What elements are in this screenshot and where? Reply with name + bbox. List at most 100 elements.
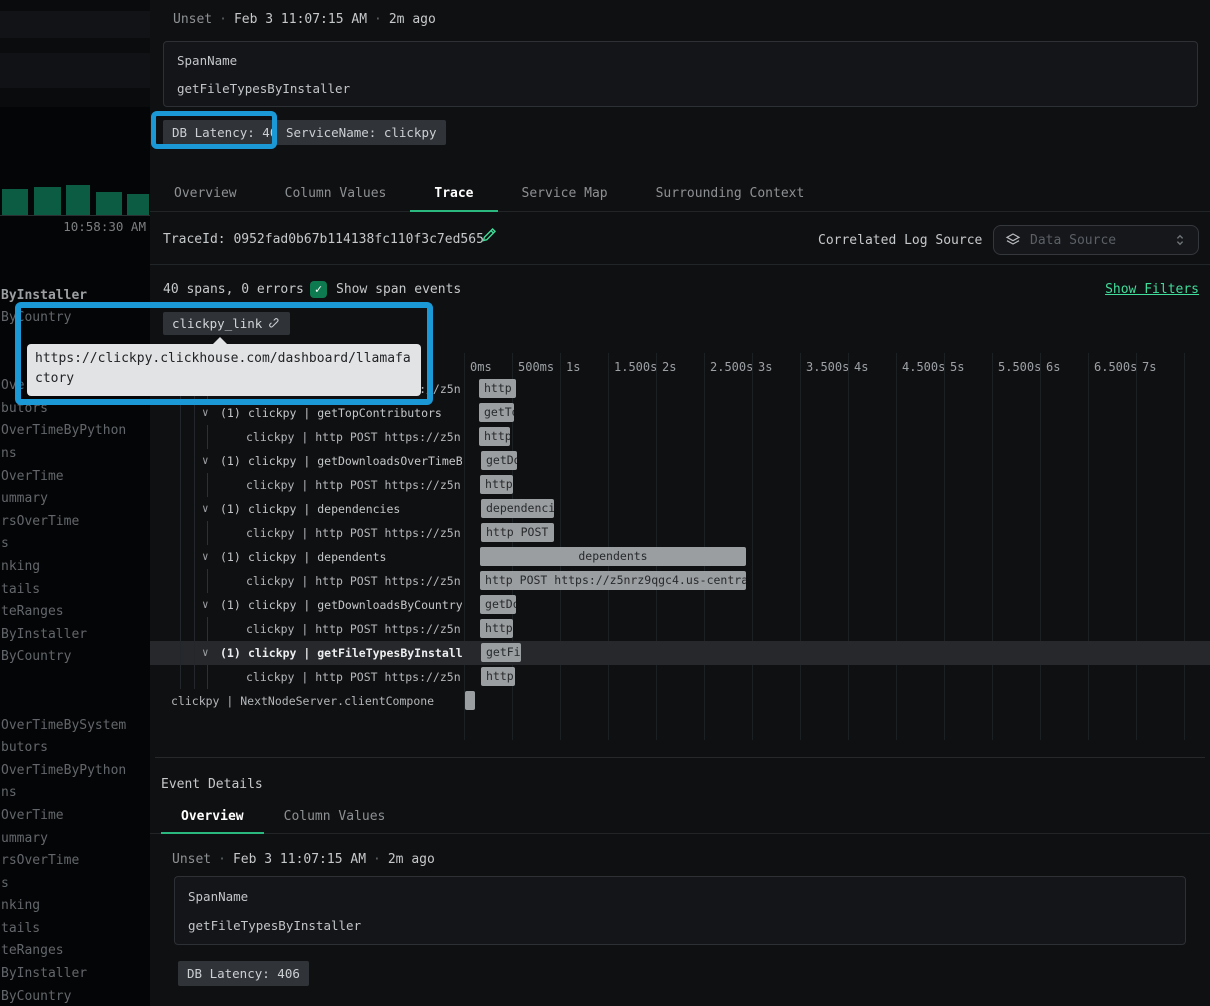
span-row[interactable]: clickpy | http POST https://z5nrz9qgc4.u…: [150, 425, 1210, 449]
tab-surrounding-context[interactable]: Surrounding Context: [632, 177, 829, 211]
mini-chart-time-label: 10:58:30 AM: [63, 219, 146, 234]
span-row-name: clickpy | http POST https://z5nrz9qgc4.u…: [150, 569, 462, 593]
show-span-events-label[interactable]: Show span events: [336, 282, 461, 297]
meta-separator: ·: [219, 12, 227, 27]
span-row[interactable]: clickpy | http POST https://z5nrz9qgc4.u…: [150, 473, 1210, 497]
span-row-name: clickpy | http POST https://z5nrz9qgc4.u…: [150, 425, 462, 449]
data-source-select[interactable]: Data Source: [993, 225, 1199, 255]
sidebar-item[interactable]: ns: [1, 785, 17, 800]
event-meta: Unset·Feb 3 11:07:15 AM·2m ago: [172, 852, 435, 867]
span-row[interactable]: ∨(1)clickpy | getDownloadsOverTimeByS get…: [150, 449, 1210, 473]
sidebar-item[interactable]: ns: [1, 446, 17, 461]
sidebar-item[interactable]: s: [1, 536, 9, 551]
sidebar-item[interactable]: nking: [1, 559, 40, 574]
span-duration-bar[interactable]: getTopContributors: [479, 403, 514, 422]
span-duration-bar[interactable]: http POST https://z5nrz9qgc4.us-central: [479, 379, 516, 398]
event-panel: Unset·Feb 3 11:07:15 AM·2m ago SpanName …: [150, 0, 1210, 1006]
span-name-text: clickpy | http POST https://z5nrz9qgc4.u…: [246, 526, 462, 540]
span-row[interactable]: clickpy | http POST https://z5nrz9qgc4.u…: [150, 521, 1210, 545]
chevron-down-icon[interactable]: ∨: [202, 406, 209, 419]
span-row[interactable]: ∨(1)clickpy | dependenciesdependencies: [150, 497, 1210, 521]
span-duration-bar[interactable]: http POST https://z5nrz9qgc4.us-central: [481, 667, 515, 686]
sidebar-item[interactable]: ByInstaller: [1, 288, 87, 303]
sidebar-item[interactable]: OverTime: [1, 808, 64, 823]
sidebar-item[interactable]: teRanges: [1, 604, 64, 619]
sidebar-item[interactable]: s: [1, 876, 9, 891]
span-duration-bar[interactable]: getDownloadsByCountry: [480, 595, 516, 614]
sidebar-item[interactable]: OverTime: [1, 469, 64, 484]
show-filters-link[interactable]: Show Filters: [1105, 282, 1199, 297]
span-duration-bar[interactable]: dependents: [480, 547, 746, 566]
sidebar-item[interactable]: ByInstaller: [1, 627, 87, 642]
mini-chart-bar: [127, 194, 149, 215]
correlated-log-source-label: Correlated Log Source: [818, 233, 982, 248]
sidebar-row-band: [0, 38, 150, 53]
chevron-down-icon[interactable]: ∨: [202, 502, 209, 515]
service-name-badge[interactable]: ServiceName: clickpy: [277, 120, 446, 145]
span-child-count: (1): [220, 502, 241, 516]
tab-overview[interactable]: Overview: [150, 177, 261, 211]
span-row-name: ∨(1)clickpy | getDownloadsOverTimeByS: [150, 449, 462, 473]
chevron-down-icon[interactable]: ∨: [202, 598, 209, 611]
trace-id-text: TraceId: 0952fad0b67b114138fc110f3c7ed56…: [163, 232, 484, 247]
span-row-name: ∨(1)clickpy | dependencies: [150, 497, 462, 521]
db-latency-badge[interactable]: DB Latency: 406: [178, 961, 309, 986]
span-duration-bar[interactable]: http POST https://z5nrz9qgc4.us-central: [481, 523, 554, 542]
span-row[interactable]: ∨(1)clickpy | getDownloadsByCountrygetDo…: [150, 593, 1210, 617]
sidebar-item[interactable]: teRanges: [1, 943, 64, 958]
show-span-events-checkbox[interactable]: ✓: [310, 281, 327, 298]
sidebar-item[interactable]: nking: [1, 898, 40, 913]
mini-chart-bar: [96, 192, 122, 215]
chevron-down-icon[interactable]: ∨: [202, 550, 209, 563]
mini-chart-bar: [34, 187, 61, 215]
tab-trace[interactable]: Trace: [410, 177, 497, 211]
span-row[interactable]: clickpy | http POST https://z5nrz9qgc4.u…: [150, 665, 1210, 689]
span-row[interactable]: clickpy | NextNodeServer.clientCompone: [150, 689, 1210, 713]
span-child-count: (1): [220, 646, 241, 660]
waterfall-axis-tick: 5s: [950, 360, 964, 374]
sidebar-item[interactable]: OverTimeByPython: [1, 423, 126, 438]
sidebar-item[interactable]: ByCountry: [1, 649, 71, 664]
span-duration-bar[interactable]: dependencies: [481, 499, 554, 518]
sidebar-item[interactable]: butors: [1, 740, 48, 755]
sidebar-item[interactable]: tails: [1, 921, 40, 936]
tab-overview[interactable]: Overview: [161, 801, 264, 833]
span-row[interactable]: ∨(1)clickpy | dependentsdependents: [150, 545, 1210, 569]
tab-service-map[interactable]: Service Map: [498, 177, 632, 211]
link-url-tooltip: https://clickpy.clickhouse.com/dashboard…: [27, 344, 421, 396]
span-name-card: SpanName getFileTypesByInstaller: [163, 41, 1198, 107]
sidebar-item[interactable]: OverTimeByPython: [1, 763, 126, 778]
sidebar-item[interactable]: rsOverTime: [1, 853, 79, 868]
span-name-key: SpanName: [177, 53, 237, 68]
event-meta: Unset·Feb 3 11:07:15 AM·2m ago: [173, 12, 436, 27]
sidebar-item[interactable]: ummary: [1, 491, 48, 506]
waterfall-axis-tick: 1.500s: [614, 360, 657, 374]
span-duration-bar[interactable]: http POST https://z5nrz9qgc4.us-central: [480, 475, 513, 494]
edit-pencil-icon[interactable]: [481, 227, 497, 243]
chevron-down-icon[interactable]: ∨: [202, 454, 209, 467]
span-duration-bar[interactable]: http POST https://z5nrz9qgc4.us-central: [479, 427, 510, 446]
span-duration-bar[interactable]: getFileTypesByInstaller: [481, 643, 521, 662]
span-duration-bar[interactable]: http POST https://z5nrz9qgc4.us-central: [480, 571, 746, 590]
span-name-text: clickpy | getFileTypesByInstaller: [248, 646, 462, 660]
span-child-count: (1): [220, 406, 241, 420]
span-row[interactable]: ∨ (1) clickpy | getFileTypesByInstaller get…: [150, 641, 1210, 665]
sidebar-item[interactable]: ummary: [1, 831, 48, 846]
span-duration-bar[interactable]: getDownloadsOverTimeByS: [481, 451, 517, 470]
sidebar-item[interactable]: rsOverTime: [1, 514, 79, 529]
sidebar-item[interactable]: tails: [1, 582, 40, 597]
span-name-text: clickpy | http POST https://z5nrz9qgc4.u…: [246, 478, 462, 492]
span-row[interactable]: clickpy | http POST https://z5nrz9qgc4.u…: [150, 617, 1210, 641]
span-duration-bar[interactable]: [465, 691, 475, 710]
span-name-text: clickpy | getTopContributors: [248, 406, 442, 420]
span-row[interactable]: clickpy | http POST https://z5nrz9qgc4.u…: [150, 569, 1210, 593]
event-details-tabs: OverviewColumn Values: [150, 801, 1210, 834]
span-duration-bar[interactable]: http POST https://z5nrz9qgc4.us-central: [480, 619, 513, 638]
chevron-down-icon[interactable]: ∨: [202, 646, 209, 659]
tab-column-values[interactable]: Column Values: [264, 801, 406, 833]
sidebar-item[interactable]: OverTimeBySystem: [1, 718, 126, 733]
sidebar-item[interactable]: ByCountry: [1, 989, 71, 1004]
sidebar-item[interactable]: ByInstaller: [1, 966, 87, 981]
span-name-text: clickpy | http POST https://z5nrz9qgc4.u…: [246, 574, 462, 588]
tab-column-values[interactable]: Column Values: [261, 177, 411, 211]
